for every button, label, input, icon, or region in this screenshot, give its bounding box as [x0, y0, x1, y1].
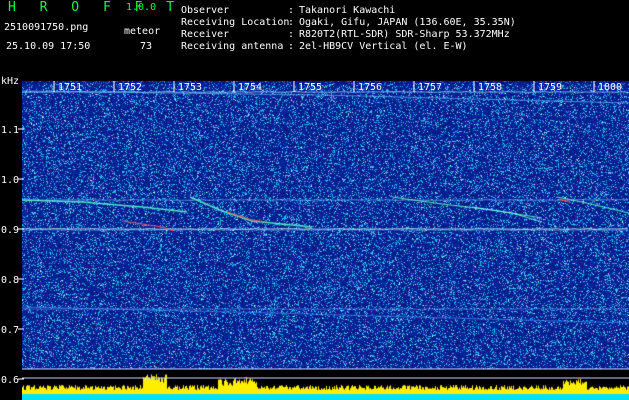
- meteor-label: meteor: [124, 26, 161, 37]
- receiver-sep: :: [288, 29, 295, 40]
- location-label: Receiving Location: [181, 17, 290, 28]
- observer-sep: :: [288, 5, 295, 16]
- y-tick-label: 1.0: [1, 175, 19, 186]
- location-sep: :: [288, 17, 295, 28]
- app-version: 1.0.0: [126, 2, 157, 13]
- y-tick-label: 0.6: [1, 375, 19, 386]
- receiver-value: R820T2(RTL-SDR) SDR-Sharp 53.372MHz: [299, 29, 510, 40]
- file-datetime: 25.10.09 17:50: [6, 41, 91, 52]
- y-tick-label: 1.1: [1, 125, 19, 136]
- spectrogram-plot: [22, 81, 629, 400]
- meteor-count: 73: [140, 41, 153, 52]
- y-axis-ticks: 1.1 1.0 0.9 0.8 0.7 0.6: [1, 125, 24, 386]
- y-tick-label: 0.7: [1, 325, 19, 336]
- spectrogram-canvas: [22, 81, 629, 400]
- y-tick-label: 0.8: [1, 275, 19, 286]
- antenna-label: Receiving antenna: [181, 41, 284, 52]
- antenna-sep: :: [288, 41, 295, 52]
- observer-value: Takanori Kawachi: [299, 5, 396, 16]
- receiver-label: Receiver: [181, 29, 230, 40]
- observer-label: Observer: [181, 5, 230, 16]
- file-name: 2510091750.png: [4, 22, 89, 33]
- y-tick-label: 0.9: [1, 225, 19, 236]
- khz-unit-label: kHz: [1, 76, 19, 87]
- location-value: Ogaki, Gifu, JAPAN (136.60E, 35.35N): [299, 17, 516, 28]
- antenna-value: 2el-HB9CV Vertical (el. E-W): [299, 41, 468, 52]
